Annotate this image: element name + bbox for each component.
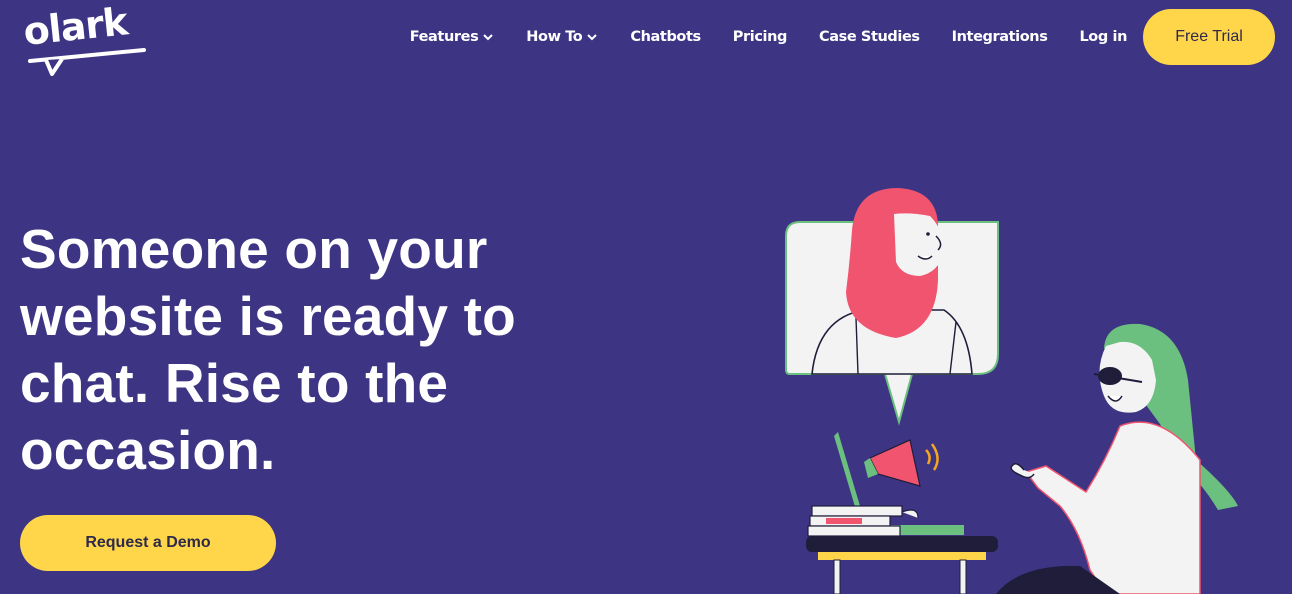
- headline-line: Someone on your: [20, 218, 488, 280]
- olark-logo[interactable]: olark: [21, 0, 154, 76]
- nav-item-how-to[interactable]: How To: [526, 29, 598, 45]
- headline-line: website is ready to: [20, 285, 516, 347]
- free-trial-button[interactable]: Free Trial: [1143, 9, 1275, 65]
- request-demo-button[interactable]: Request a Demo: [20, 515, 276, 571]
- nav-item-pricing[interactable]: Pricing: [732, 29, 788, 45]
- chevron-down-icon: [483, 34, 494, 41]
- chevron-down-icon: [587, 34, 598, 41]
- nav-item-label: Features: [409, 29, 479, 45]
- nav-item-chatbots[interactable]: Chatbots: [630, 29, 701, 45]
- headline-line: occasion.: [20, 419, 276, 481]
- nav-item-features[interactable]: Features: [410, 29, 495, 45]
- headline-line: chat. Rise to the: [20, 352, 449, 414]
- nav-item-label: Chatbots: [630, 29, 701, 45]
- nav-item-case-studies[interactable]: Case Studies: [819, 29, 920, 45]
- main-nav: Features How To Chatbots Pricing Case St…: [410, 0, 1292, 74]
- nav-item-label: Log in: [1079, 29, 1127, 45]
- megaphone-icon: [864, 439, 939, 487]
- nav-item-label: Case Studies: [818, 29, 920, 45]
- green-hair-woman-figure: [996, 323, 1238, 594]
- nav-item-label: Pricing: [732, 29, 788, 45]
- nav-item-integrations[interactable]: Integrations: [952, 29, 1048, 45]
- table: [806, 536, 998, 594]
- hero-illustration: [785, 188, 1238, 594]
- nav-item-label: How To: [526, 29, 583, 45]
- nav-item-label: Integrations: [951, 29, 1048, 45]
- hero-headline: Someone on your website is ready to chat…: [20, 216, 580, 484]
- nav-item-log-in[interactable]: Log in: [1079, 29, 1127, 45]
